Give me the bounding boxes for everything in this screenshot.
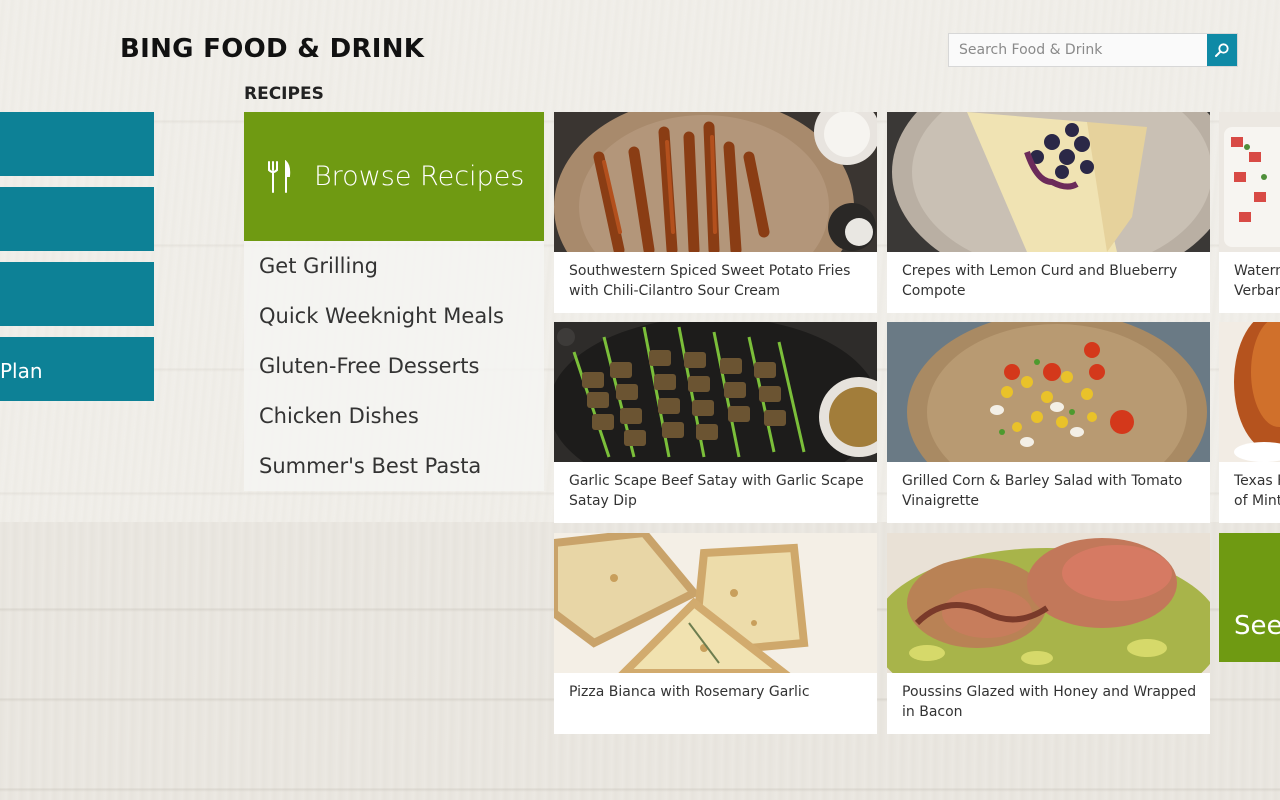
search-button[interactable]: [1207, 34, 1237, 66]
left-tile-plan[interactable]: Plan: [0, 337, 154, 401]
recipe-card[interactable]: Grilled Corn & Barley Salad with Tomato …: [887, 322, 1210, 523]
category-item[interactable]: Summer's Best Pasta: [259, 454, 481, 478]
category-list: Get Grilling Quick Weeknight Meals Glute…: [244, 241, 544, 491]
browse-recipes-tile[interactable]: Browse Recipes: [244, 112, 544, 241]
search-box[interactable]: [948, 33, 1238, 67]
recipe-card-title: Pizza Bianca with Rosemary Garlic: [569, 684, 810, 700]
recipe-card[interactable]: Watern Verban: [1219, 112, 1280, 313]
left-tile-2[interactable]: [0, 187, 154, 251]
recipe-card-title: Southwestern Spiced Sweet Potato Fries w…: [569, 263, 851, 299]
recipe-card[interactable]: Poussins Glazed with Honey and Wrapped i…: [887, 533, 1210, 734]
browse-recipes-label: Browse Recipes: [314, 161, 525, 192]
recipe-card[interactable]: Texas F of Mint: [1219, 322, 1280, 523]
recipe-card-title: Watern Verban: [1234, 263, 1280, 299]
recipe-image-crepes-blueberry: [887, 112, 1210, 252]
recipe-image-texas-cake: [1219, 322, 1280, 462]
search-input[interactable]: [949, 34, 1207, 66]
recipe-image-watermelon-salad: [1219, 112, 1280, 252]
recipe-card[interactable]: Southwestern Spiced Sweet Potato Fries w…: [554, 112, 877, 313]
recipe-image-poussins-bacon: [887, 533, 1210, 673]
category-item[interactable]: Gluten-Free Desserts: [259, 354, 479, 378]
recipe-card-title: Grilled Corn & Barley Salad with Tomato …: [902, 473, 1183, 509]
see-more-label: See: [1234, 611, 1280, 641]
left-tile-1[interactable]: [0, 112, 154, 176]
recipe-card[interactable]: Crepes with Lemon Curd and Blueberry Com…: [887, 112, 1210, 313]
recipe-card-title: Texas F of Mint: [1234, 473, 1280, 509]
recipe-image-beef-satay: [554, 322, 877, 462]
recipe-card-title: Garlic Scape Beef Satay with Garlic Scap…: [569, 473, 864, 509]
recipe-image-corn-barley-salad: [887, 322, 1210, 462]
left-tile-3[interactable]: [0, 262, 154, 326]
recipe-image-pizza-bianca: [554, 533, 877, 673]
category-item[interactable]: Quick Weeknight Meals: [259, 304, 504, 328]
fork-knife-icon: [268, 159, 291, 193]
recipe-card-title: Poussins Glazed with Honey and Wrapped i…: [902, 684, 1197, 720]
recipe-image-sweet-potato-fries: [554, 112, 877, 252]
recipe-card[interactable]: Garlic Scape Beef Satay with Garlic Scap…: [554, 322, 877, 523]
recipe-card-title: Crepes with Lemon Curd and Blueberry Com…: [902, 263, 1178, 299]
search-icon: [1215, 43, 1229, 57]
section-label-recipes: RECIPES: [244, 84, 324, 104]
app-title: BING FOOD & DRINK: [120, 34, 425, 64]
category-item[interactable]: Get Grilling: [259, 254, 378, 278]
left-tile-label: Plan: [0, 359, 43, 383]
recipe-card[interactable]: Pizza Bianca with Rosemary Garlic: [554, 533, 877, 734]
see-more-tile[interactable]: See: [1219, 533, 1280, 662]
category-item[interactable]: Chicken Dishes: [259, 404, 419, 428]
